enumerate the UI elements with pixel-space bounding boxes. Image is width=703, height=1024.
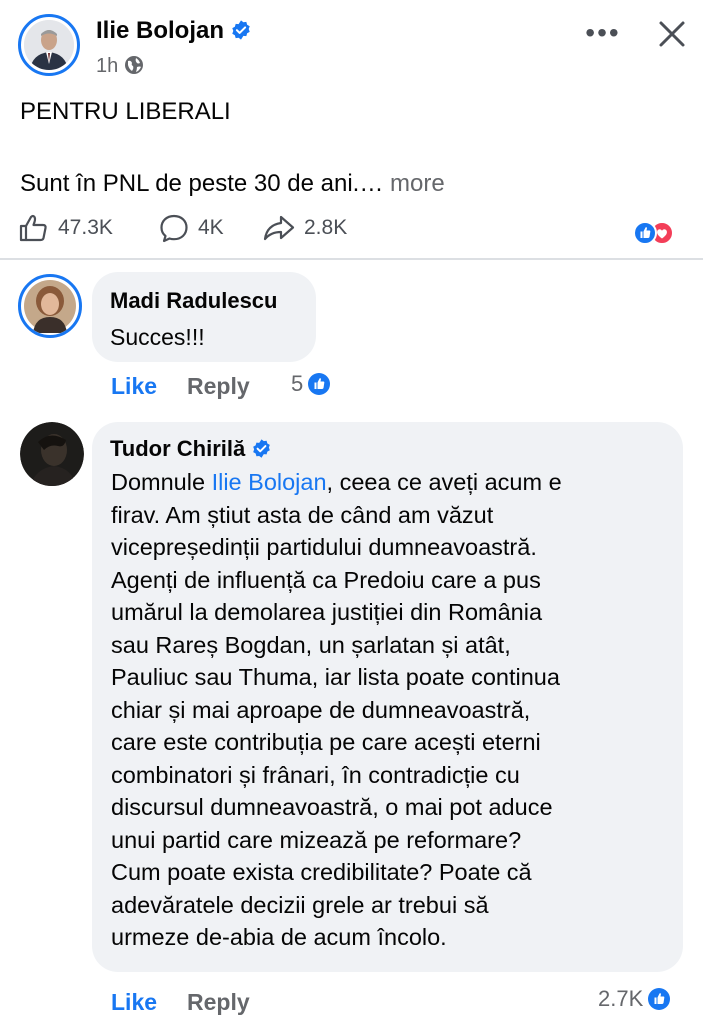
verified-badge-icon [253,439,271,458]
comment-button[interactable]: 4K [158,212,224,244]
post-header: Ilie Bolojan 1h ••• [0,0,703,90]
comment-text: Domnule Ilie Bolojan, ceea ce aveți acum… [111,466,681,954]
post-author-name[interactable]: Ilie Bolojan [96,17,224,44]
comment-line: umărul la demolarea justiției din Români… [111,599,543,625]
like-reaction-icon [648,988,671,1010]
post-timestamp[interactable]: 1h [96,55,144,78]
comment-line: Agenți de influență ca Predoiu care a pu… [111,566,541,593]
comment-line: sau Rareș Bogdan, un șarlatan și atât, [111,631,511,658]
reaction-summary[interactable] [632,220,688,246]
comment-reaction-count-label: 2.7K [598,986,644,1011]
comment-bubble: Madi Radulescu Succes!!! [92,272,316,362]
close-button[interactable] [652,14,692,54]
comment-actions: Like Reply [111,989,250,1016]
share-arrow-icon [263,215,295,241]
like-reaction-icon [308,373,331,395]
author-photo [24,20,74,70]
comment-reaction-count[interactable]: 2.7K [598,986,672,1012]
comment-line: combinatori și frânari, în contradicție … [111,761,520,788]
comment-reaction-count[interactable]: 5 [291,371,332,397]
comment-line: care este contribuția pe care acești ete… [111,729,541,755]
verified-badge-icon [232,20,250,40]
thumbs-up-icon [19,214,47,242]
comment-line: adevăratele decizii grele ar trebui să [111,891,489,918]
author-avatar[interactable] [18,14,80,76]
comment-line: chiar și mai aproape de dumneavoastră, [111,696,531,723]
comment-line: unui partid care mizează pe reformare? [111,826,522,853]
divider [0,258,703,260]
comment-reply-button[interactable]: Reply [187,373,250,399]
commenter-photo [24,280,76,333]
comment-line: urmeze de-abia de acum încolo. [111,924,447,950]
post-text-body: Sunt în PNL de peste 30 de ani.… [20,170,384,197]
post-stats-bar: 47.3K 4K 2.8K [0,208,703,248]
comment-line: discursul dumneavoastră, o mai pot aduce [111,794,553,820]
comment-count: 4K [198,216,224,239]
comment-line: Pauliuc sau Thuma, iar lista poate conti… [111,664,560,690]
commenter-avatar[interactable] [18,274,82,338]
commenter-avatar[interactable] [20,422,84,486]
comment-text-segment: , ceea ce aveți acum e [326,469,562,495]
like-love-reactions-icon [633,221,674,245]
share-count: 2.8K [304,216,348,239]
post-author[interactable]: Ilie Bolojan [96,17,252,45]
comment-like-button[interactable]: Like [111,373,157,399]
post-options-button[interactable]: ••• [583,18,623,48]
commenter-photo [20,422,84,486]
comment-text-prefix: Domnule [111,469,212,495]
comment-line: firav. Am știut asta de când am văzut [111,501,494,528]
comment-actions: Like Reply [111,373,250,400]
comment-text: Succes!!! [110,324,205,350]
comment-reply-button[interactable]: Reply [187,989,250,1015]
comment-author-name[interactable]: Tudor Chirilă [110,436,245,461]
like-button[interactable]: 47.3K [18,212,113,244]
comment-reaction-count-label: 5 [291,371,304,396]
mention-link[interactable]: Ilie Bolojan [212,469,327,495]
comment-author[interactable]: Madi Radulescu [110,288,277,314]
comment-line: vicepreședinții partidului dumneavoastră… [111,534,537,560]
comment-bubble-icon [160,214,188,243]
like-count: 47.3K [58,216,113,239]
comment-line: Cum poate exista credibilitate? Poate că [111,859,532,885]
comment-author[interactable]: Tudor Chirilă [110,436,272,462]
post-title: PENTRU LIBERALI [20,98,231,125]
close-icon [659,21,685,47]
post-time-label[interactable]: 1h [96,55,118,77]
share-button[interactable]: 2.8K [262,212,347,244]
globe-icon [125,56,144,74]
comment-like-button[interactable]: Like [111,989,157,1015]
comment-line: Domnule Ilie Bolojan, ceea ce aveți acum… [111,466,681,499]
post-text: Sunt în PNL de peste 30 de ani.… more [20,170,445,198]
see-more-link[interactable]: more [390,170,445,197]
